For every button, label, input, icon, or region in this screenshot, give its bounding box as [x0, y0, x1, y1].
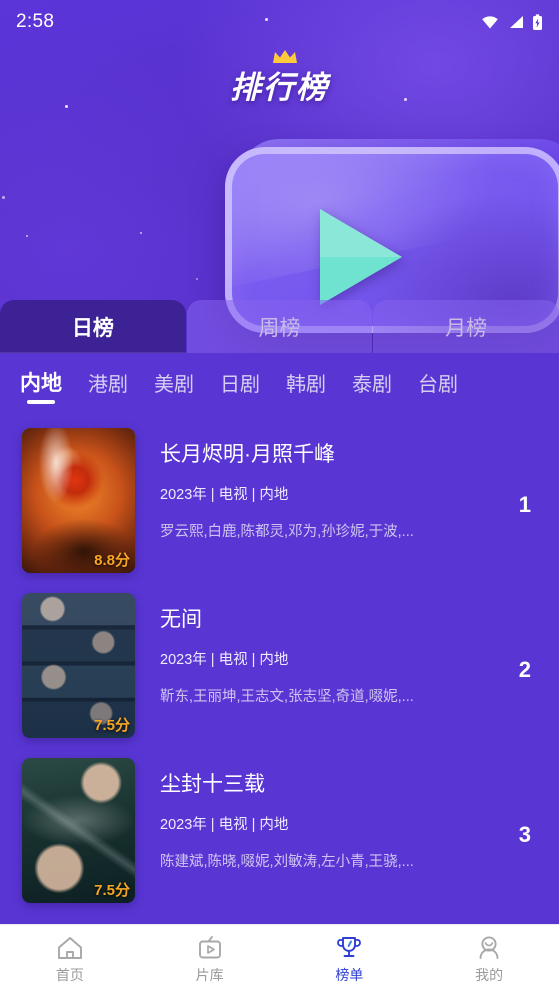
item-meta: 2023年 | 电视 | 内地	[160, 652, 289, 669]
page-title-text: 排行榜	[230, 70, 329, 105]
tab-weekly-label: 周榜	[258, 316, 301, 340]
trophy-icon	[337, 937, 362, 957]
star-decoration	[140, 232, 142, 234]
play-triangle-highlight	[320, 209, 402, 257]
category-tab-tw[interactable]: 台剧	[418, 368, 458, 404]
page-title: 排行榜	[230, 50, 329, 107]
nav-item-home-label: 首页	[55, 967, 84, 983]
rank-number: 2	[518, 657, 531, 682]
tab-weekly[interactable]: 周榜	[186, 300, 373, 353]
cellular-signal-icon	[510, 16, 523, 28]
nav-item-profile[interactable]: 我的	[419, 935, 559, 985]
category-tab-label: 韩剧	[286, 374, 326, 396]
category-tab-hk[interactable]: 港剧	[88, 368, 128, 404]
tab-monthly-label: 月榜	[445, 316, 488, 340]
battery-charging-icon	[533, 13, 542, 30]
star-decoration	[26, 235, 28, 237]
tab-monthly[interactable]: 月榜	[373, 300, 559, 353]
home-icon	[57, 937, 82, 959]
ranking-list: 8.8分 长月烬明·月照千峰 2023年 | 电视 | 内地 罗云熙,白鹿,陈都…	[0, 414, 559, 913]
bottom-navigation: 首页 片库 榜单 我的	[0, 924, 559, 995]
status-clock: 2:58	[16, 11, 55, 32]
nav-item-home[interactable]: 首页	[0, 935, 140, 985]
item-info: 尘封十三载 2023年 | 电视 | 内地 陈建斌,陈晓,啜妮,刘敏涛,左小青,…	[135, 758, 541, 871]
page-title-wrap: 排行榜	[0, 50, 559, 107]
category-tab-us[interactable]: 美剧	[154, 368, 194, 404]
table-row[interactable]: 7.5分 无间 2023年 | 电视 | 内地 靳东,王丽坤,王志文,张志坚,奇…	[0, 583, 559, 748]
nav-item-ranking[interactable]: 榜单	[280, 935, 420, 985]
item-cast: 陈建斌,陈晓,啜妮,刘敏涛,左小青,王骁,...	[160, 854, 414, 871]
rating-score: 7.5分	[94, 717, 130, 734]
poster-thumbnail[interactable]: 7.5分	[22, 758, 135, 903]
tab-daily[interactable]: 日榜	[0, 300, 186, 353]
item-meta: 2023年 | 电视 | 内地	[160, 487, 289, 504]
nav-item-profile-label: 我的	[475, 967, 504, 983]
tv-play-icon	[198, 936, 221, 959]
tab-daily-label: 日榜	[71, 316, 114, 340]
main-content: 内地 港剧 美剧 日剧 韩剧 泰剧 台剧 8.8分 长月烬明·月照千峰 2023…	[0, 353, 559, 924]
category-tab-label: 内地	[20, 372, 62, 395]
category-tab-mainland[interactable]: 内地	[20, 367, 62, 404]
category-tab-th[interactable]: 泰剧	[352, 368, 392, 404]
category-tabs: 内地 港剧 美剧 日剧 韩剧 泰剧 台剧	[0, 353, 559, 414]
item-title: 长月烬明·月照千峰	[160, 443, 335, 466]
category-tab-label: 泰剧	[352, 374, 392, 396]
table-row[interactable]: 8.8分 长月烬明·月照千峰 2023年 | 电视 | 内地 罗云熙,白鹿,陈都…	[0, 418, 559, 583]
category-tab-jp[interactable]: 日剧	[220, 368, 260, 404]
category-tab-label: 日剧	[220, 374, 260, 396]
poster-thumbnail[interactable]: 7.5分	[22, 593, 135, 738]
category-tab-label: 美剧	[154, 374, 194, 396]
crown-icon	[272, 50, 297, 63]
item-meta: 2023年 | 电视 | 内地	[160, 817, 289, 834]
period-tabs: 日榜 周榜 月榜	[0, 300, 559, 353]
wifi-icon	[482, 16, 498, 29]
nav-item-ranking-label: 榜单	[335, 967, 364, 983]
item-info: 长月烬明·月照千峰 2023年 | 电视 | 内地 罗云熙,白鹿,陈都灵,邓为,…	[135, 428, 541, 541]
table-row[interactable]: 7.5分 尘封十三载 2023年 | 电视 | 内地 陈建斌,陈晓,啜妮,刘敏涛…	[0, 748, 559, 913]
item-title: 尘封十三载	[160, 773, 265, 796]
rating-score: 8.8分	[94, 552, 130, 569]
nav-item-library[interactable]: 片库	[140, 935, 280, 985]
item-cast: 靳东,王丽坤,王志文,张志坚,奇道,啜妮,...	[160, 689, 414, 706]
rating-score: 7.5分	[94, 882, 130, 899]
rank-number: 1	[518, 492, 531, 517]
hero-banner: 2:58 排行榜 日榜 周榜 月榜	[0, 0, 559, 353]
category-tab-label: 台剧	[418, 374, 458, 396]
nav-item-library-label: 片库	[195, 967, 224, 983]
status-bar: 2:58	[0, 0, 559, 44]
rank-number: 3	[518, 822, 531, 847]
item-title: 无间	[160, 608, 202, 631]
status-icons	[480, 13, 543, 31]
category-tab-kr[interactable]: 韩剧	[286, 368, 326, 404]
star-decoration	[196, 278, 198, 280]
star-decoration	[2, 196, 5, 199]
item-cast: 罗云熙,白鹿,陈都灵,邓为,孙珍妮,于波,...	[160, 524, 414, 541]
item-info: 无间 2023年 | 电视 | 内地 靳东,王丽坤,王志文,张志坚,奇道,啜妮,…	[135, 593, 541, 706]
person-icon	[479, 936, 499, 959]
poster-thumbnail[interactable]: 8.8分	[22, 428, 135, 573]
category-tab-label: 港剧	[88, 374, 128, 396]
